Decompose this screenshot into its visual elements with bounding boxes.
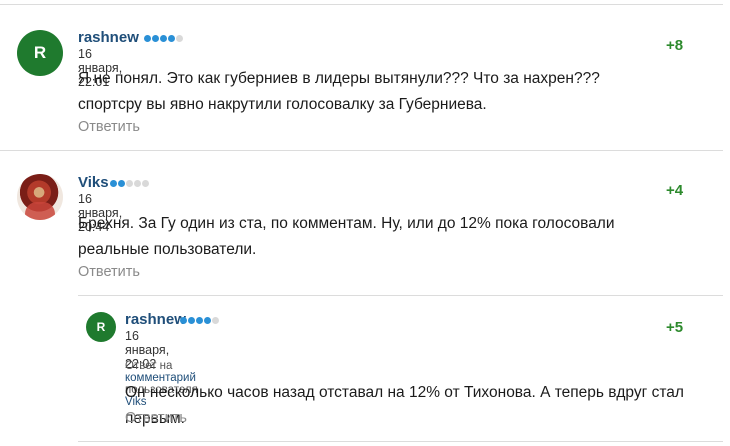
rating-dot xyxy=(196,317,203,324)
avatar[interactable] xyxy=(17,174,63,220)
username-link[interactable]: rashnew xyxy=(78,29,139,46)
rating-dots xyxy=(144,35,183,42)
reply-button[interactable]: Ответить xyxy=(78,264,140,280)
rating-dot xyxy=(134,180,141,187)
rating-dots xyxy=(180,317,219,324)
rating-dot xyxy=(118,180,125,187)
rating-dot xyxy=(110,180,117,187)
divider xyxy=(78,295,723,296)
comment-text: Я не понял. Это как губерниев в лидеры в… xyxy=(78,70,600,113)
comment-score: +4 xyxy=(666,182,684,199)
rating-dot xyxy=(142,180,149,187)
rating-dots xyxy=(110,180,149,187)
username-link[interactable]: Viks xyxy=(78,174,109,191)
rating-dot xyxy=(160,35,167,42)
divider-top xyxy=(0,4,723,5)
rating-dot xyxy=(188,317,195,324)
rating-dot xyxy=(144,35,151,42)
reply-button[interactable]: Ответить xyxy=(78,119,140,135)
reply-button[interactable]: Ответить xyxy=(125,410,187,426)
rating-dot xyxy=(176,35,183,42)
avatar[interactable]: R xyxy=(86,312,116,342)
avatar[interactable]: R xyxy=(17,30,63,76)
comment-score: +8 xyxy=(666,37,684,54)
rating-dot xyxy=(126,180,133,187)
rating-dot xyxy=(212,317,219,324)
rating-dot xyxy=(168,35,175,42)
divider xyxy=(0,150,723,151)
divider-bottom xyxy=(78,441,723,442)
reply-to-prefix: Ответ на xyxy=(125,360,173,372)
comment-text: Он несколько часов назад отставал на 12%… xyxy=(125,384,684,427)
comment-text: Брехня. За Гу один из ста, по комментам.… xyxy=(78,215,615,258)
rating-dot xyxy=(204,317,211,324)
rating-dot xyxy=(152,35,159,42)
comment-score: +5 xyxy=(666,319,684,336)
username-link[interactable]: rashnew xyxy=(125,311,186,328)
rating-dot xyxy=(180,317,187,324)
